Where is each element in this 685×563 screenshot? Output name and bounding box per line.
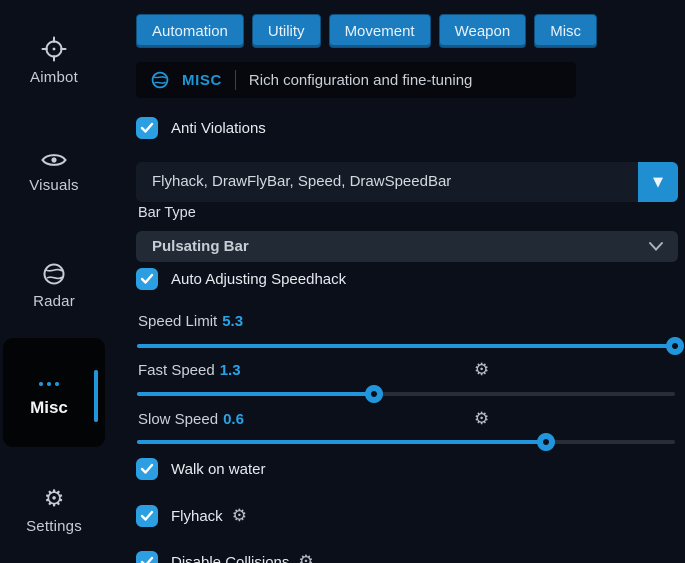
auto-adjusting-row[interactable]: Auto Adjusting Speedhack xyxy=(136,268,346,290)
disable-collisions-row[interactable]: Disable Collisions ⚙ xyxy=(136,551,314,563)
slow-speed-label: Slow Speed0.6 ⚙ xyxy=(138,411,678,428)
tab-utility[interactable]: Utility xyxy=(252,14,321,48)
walk-on-water-label: Walk on water xyxy=(171,461,265,478)
auto-adjusting-label: Auto Adjusting Speedhack xyxy=(171,271,346,288)
fast-speed-value: 1.3 xyxy=(220,362,241,379)
bar-type-label: Bar Type xyxy=(138,205,196,221)
disable-collisions-label: Disable Collisions xyxy=(171,554,289,563)
gear-icon[interactable]: ⚙ xyxy=(474,362,489,379)
active-indicator xyxy=(94,370,98,422)
fast-speed-label: Fast Speed1.3 ⚙ xyxy=(138,362,678,379)
dropdown-open-button[interactable]: ▼ xyxy=(638,162,678,202)
anti-violations-label: Anti Violations xyxy=(171,120,266,137)
app-window: Aimbot Visuals Radar Misc ⚙ Settings xyxy=(0,0,685,563)
sidebar-label: Aimbot xyxy=(0,69,108,86)
checkbox-checked-icon[interactable] xyxy=(136,117,158,139)
sidebar-label: Misc xyxy=(3,398,95,418)
tab-movement[interactable]: Movement xyxy=(329,14,431,48)
chevron-down-icon xyxy=(648,240,664,252)
bar-type-value: Pulsating Bar xyxy=(152,231,249,262)
section-header: MISC Rich configuration and fine-tuning xyxy=(136,62,576,98)
slider-fill xyxy=(137,344,675,348)
sidebar-label: Radar xyxy=(0,293,108,310)
tab-automation[interactable]: Automation xyxy=(136,14,244,48)
slider-handle[interactable] xyxy=(537,433,555,451)
sidebar-label: Settings xyxy=(0,518,108,535)
slider-handle[interactable] xyxy=(365,385,383,403)
bar-flags-value: Flyhack, DrawFlyBar, Speed, DrawSpeedBar xyxy=(152,162,451,202)
slider-fill xyxy=(137,392,374,396)
walk-on-water-row[interactable]: Walk on water xyxy=(136,458,265,480)
anti-violations-row[interactable]: Anti Violations xyxy=(136,117,266,139)
flyhack-row[interactable]: Flyhack ⚙ xyxy=(136,505,247,527)
checkbox-checked-icon[interactable] xyxy=(136,505,158,527)
sidebar-item-aimbot[interactable]: Aimbot xyxy=(0,36,108,86)
bar-type-select[interactable]: Pulsating Bar xyxy=(136,231,678,262)
sidebar-label: Visuals xyxy=(0,177,108,194)
checkbox-checked-icon[interactable] xyxy=(136,458,158,480)
section-subtitle: Rich configuration and fine-tuning xyxy=(249,72,472,89)
header-divider xyxy=(235,70,236,90)
checkbox-checked-icon[interactable] xyxy=(136,551,158,563)
sidebar-item-settings[interactable]: ⚙ Settings xyxy=(0,488,108,535)
bar-flags-input[interactable]: Flyhack, DrawFlyBar, Speed, DrawSpeedBar… xyxy=(136,162,678,202)
gear-icon: ⚙ xyxy=(0,488,108,511)
flyhack-label: Flyhack xyxy=(171,508,223,525)
tab-weapon[interactable]: Weapon xyxy=(439,14,527,48)
sidebar-item-visuals[interactable]: Visuals xyxy=(0,150,108,194)
slow-speed-value: 0.6 xyxy=(223,411,244,428)
gear-icon[interactable]: ⚙ xyxy=(232,508,247,525)
eye-icon xyxy=(0,150,108,170)
slider-handle[interactable] xyxy=(666,337,684,355)
tab-misc[interactable]: Misc xyxy=(534,14,597,48)
ellipsis-icon xyxy=(3,382,95,386)
speed-limit-slider[interactable] xyxy=(137,344,675,348)
gear-icon[interactable]: ⚙ xyxy=(474,411,489,428)
gear-icon[interactable]: ⚙ xyxy=(298,554,313,563)
speed-limit-label: Speed Limit5.3 xyxy=(138,313,678,330)
slow-speed-slider[interactable] xyxy=(137,440,675,444)
triangle-down-icon: ▼ xyxy=(653,175,663,190)
sidebar-item-misc-active[interactable]: Misc xyxy=(3,338,105,447)
globe-icon xyxy=(0,262,108,286)
crosshair-icon xyxy=(0,36,108,62)
sidebar-item-radar[interactable]: Radar xyxy=(0,262,108,310)
checkbox-checked-icon[interactable] xyxy=(136,268,158,290)
slider-fill xyxy=(137,440,546,444)
globe-icon xyxy=(151,71,169,89)
speed-limit-value: 5.3 xyxy=(222,313,243,330)
category-tabs: Automation Utility Movement Weapon Misc xyxy=(136,14,597,48)
section-title: MISC xyxy=(182,72,222,89)
fast-speed-slider[interactable] xyxy=(137,392,675,396)
